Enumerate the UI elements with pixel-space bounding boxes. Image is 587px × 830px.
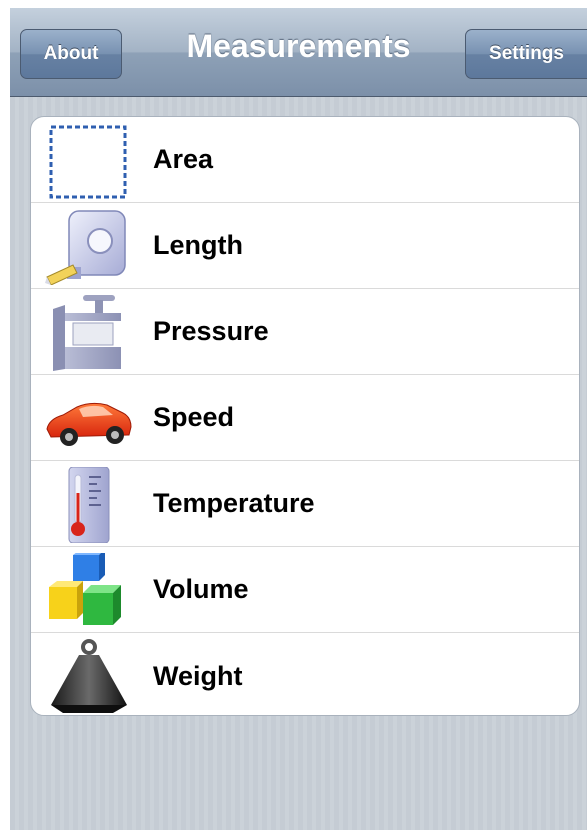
list-item-label: Speed <box>153 402 235 432</box>
list-item-label: Temperature <box>153 488 315 518</box>
list-item-speed[interactable]: Speed <box>31 375 579 461</box>
dashed-square-icon <box>43 123 133 199</box>
about-button[interactable]: About <box>20 29 122 79</box>
list-item-label: Weight <box>153 660 243 691</box>
list-item-label: Area <box>153 144 214 174</box>
navigation-bar: About Measurements Settings <box>10 8 587 97</box>
list-item-label: Volume <box>153 574 249 604</box>
cubes-icon <box>43 553 133 629</box>
list-item-length[interactable]: Length <box>31 203 579 289</box>
list-item-area[interactable]: Area <box>31 117 579 203</box>
thermometer-icon <box>43 467 133 543</box>
settings-button[interactable]: Settings <box>465 29 587 79</box>
tape-measure-icon <box>43 209 133 285</box>
list-item-label: Length <box>153 230 243 260</box>
list-item-volume[interactable]: Volume <box>31 547 579 633</box>
red-car-icon <box>43 381 133 457</box>
list-item-weight[interactable]: Weight <box>31 633 579 715</box>
list-item-temperature[interactable]: Temperature <box>31 461 579 547</box>
list-item-pressure[interactable]: Pressure <box>31 289 579 375</box>
weight-icon <box>43 639 133 715</box>
list-item-label: Pressure <box>153 316 269 346</box>
measurement-list: Area Length Pressure Speed Temperature V… <box>30 116 580 716</box>
press-icon <box>43 295 133 371</box>
app-screen: About Measurements Settings Area Length … <box>10 8 587 830</box>
